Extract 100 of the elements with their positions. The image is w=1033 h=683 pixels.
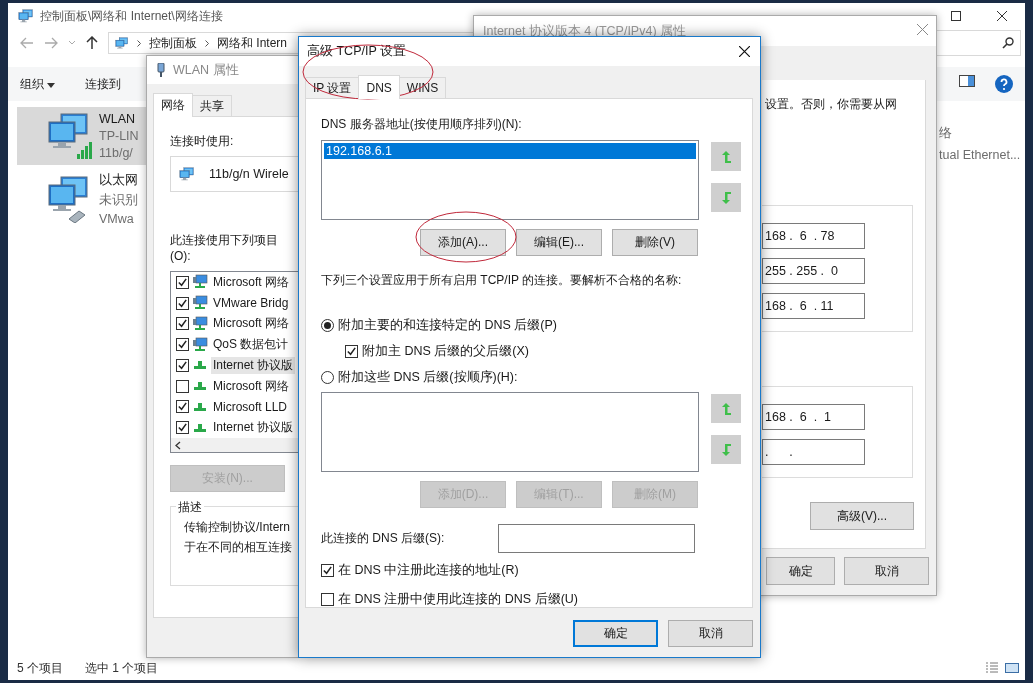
checkbox[interactable] [176,358,189,372]
window-title: Internet 协议版本 4 (TCP/IPv4) 属性 [483,22,687,40]
ip-address-field[interactable]: 168 . 6 . 11 [762,293,865,319]
window-title: 控制面板\网络和 Internet\网络连接 [40,7,223,25]
network-computer-icon [192,295,208,312]
down-arrow-icon [720,442,732,457]
field-label: 此连接使用下列项目(O): [170,232,279,263]
connection-text: 11b/g/ [99,146,134,160]
advanced-button[interactable]: 高级(V)... [810,502,914,530]
connection-item[interactable]: 以太网 未识别 VMwa [17,170,146,228]
down-arrow-icon [720,190,732,205]
ip-address-field[interactable]: 255 . 255 . 0 [762,258,865,284]
list-item[interactable]: Internet 协议版 [211,419,296,437]
tab[interactable]: 网络 [153,93,193,117]
list-item[interactable]: QoS 数据包计 [211,336,291,354]
chevron-icon [137,39,141,47]
list-item[interactable]: VMware Bridg [211,296,291,311]
tab[interactable]: 共享 [192,95,232,116]
horizontal-scrollbar[interactable] [171,438,298,452]
checkbox[interactable] [321,564,334,577]
dialog-button[interactable]: 编辑(E)... [516,229,602,256]
list-item[interactable]: 192.168.6.1 [324,143,696,159]
connection-text: 以太网 [99,172,138,189]
status-text: 5 个项目 [17,659,63,677]
wireless-connection-icon [47,112,93,160]
ok-button[interactable]: 确定 [573,620,658,647]
field-label: 此连接的 DNS 后缀(S): [321,530,446,547]
ip-address-field[interactable]: 168 . 6 . 1 [762,404,865,430]
checkbox-label: 在 DNS 注册中使用此连接的 DNS 后缀(U) [338,591,579,608]
large-icons-view-icon[interactable] [1005,662,1019,674]
radio-label: 附加这些 DNS 后缀(按顺序)(H): [338,369,518,386]
ok-button[interactable]: 确定 [766,557,835,585]
list-item[interactable]: Microsoft LLD [211,399,290,414]
toolbar-button[interactable]: 组织 [20,75,56,93]
info-text: 下列三个设置应用于所有启用 TCP/IP 的连接。要解析不合格的名称: [321,272,683,289]
window-title: WLAN 属性 [173,61,239,79]
status-text: 选中 1 个项目 [85,659,159,677]
connection-text: WLAN [99,112,137,126]
checkbox[interactable] [176,317,189,331]
breadcrumb-item[interactable]: 控制面板 [149,34,197,52]
checkbox[interactable] [176,421,189,435]
checkbox[interactable] [176,338,189,352]
checkbox-label: 附加主 DNS 后缀的父后缀(X) [362,343,529,360]
close-icon[interactable] [739,46,750,57]
chevron-icon [205,39,209,47]
protocol-icon [194,402,206,411]
cancel-button[interactable]: 取消 [844,557,929,585]
network-adapter-icon [179,166,195,182]
checkbox[interactable] [321,593,334,606]
field-label: DNS 服务器地址(按使用顺序排列)(N): [321,116,523,133]
dns-suffix-field[interactable] [498,524,695,553]
adapter-field: 11b/g/n Wirele [170,156,298,192]
radio-button[interactable] [321,319,334,332]
checkbox[interactable] [176,296,189,310]
preview-pane-icon[interactable] [959,75,975,87]
connection-text: VMwa [99,212,135,226]
dialog-button[interactable]: 添加(A)... [420,229,506,256]
up-arrow-icon [720,401,732,416]
control-panel-icon [115,36,129,50]
checkbox[interactable] [176,379,189,393]
list-item[interactable]: Microsoft 网络 [211,315,291,333]
ip-address-field[interactable]: 168 . 6 . 78 [762,223,865,249]
connection-text: 未识别 [99,192,138,209]
ip-address-field[interactable]: . . [762,439,865,465]
connection-text: tual Ethernet... [939,148,1022,162]
field-label: 连接时使用: [170,133,235,150]
protocol-icon [194,382,206,391]
group-title: 描述 [176,499,204,516]
search-icon [1002,37,1014,49]
connection-item[interactable]: WLAN TP-LIN 11b/g/ [17,107,146,165]
network-computer-icon [192,336,208,353]
up-arrow-icon [720,149,732,164]
scroll-left-icon[interactable] [175,440,181,450]
checkbox[interactable] [345,345,358,358]
control-panel-icon [18,8,34,24]
description-text: 传输控制协议/Intern [184,519,292,536]
list-item[interactable]: Microsoft 网络 [211,273,291,291]
radio-label: 附加主要的和连接特定的 DNS 后缀(P) [338,317,557,334]
checkbox-label: 在 DNS 中注册此连接的地址(R) [338,562,519,579]
toolbar-button[interactable]: 连接到 [85,75,122,93]
list-item[interactable]: Microsoft 网络 [211,377,291,395]
connection-text: 络 [939,125,953,142]
breadcrumb-item[interactable]: 网络和 Intern [217,34,288,52]
instruction-text: 设置。否则，你需要从网 [764,96,898,113]
radio-button[interactable] [321,371,334,384]
network-computer-icon [192,274,208,291]
checkbox[interactable] [176,275,189,289]
adapter-icon [157,63,165,77]
cancel-button[interactable]: 取消 [668,620,753,647]
help-icon[interactable] [995,75,1013,93]
up-icon[interactable] [86,36,98,50]
protocol-icon [194,361,206,370]
protocol-icon [194,423,206,432]
dialog-button[interactable]: 删除(V) [612,229,698,256]
network-computer-icon [192,315,208,332]
connection-text: TP-LIN [99,129,139,143]
list-item[interactable]: Internet 协议版 [211,356,296,374]
description-text: 于在不同的相互连接 [184,539,293,556]
checkbox[interactable] [176,400,189,414]
tab[interactable]: DNS [358,75,400,99]
